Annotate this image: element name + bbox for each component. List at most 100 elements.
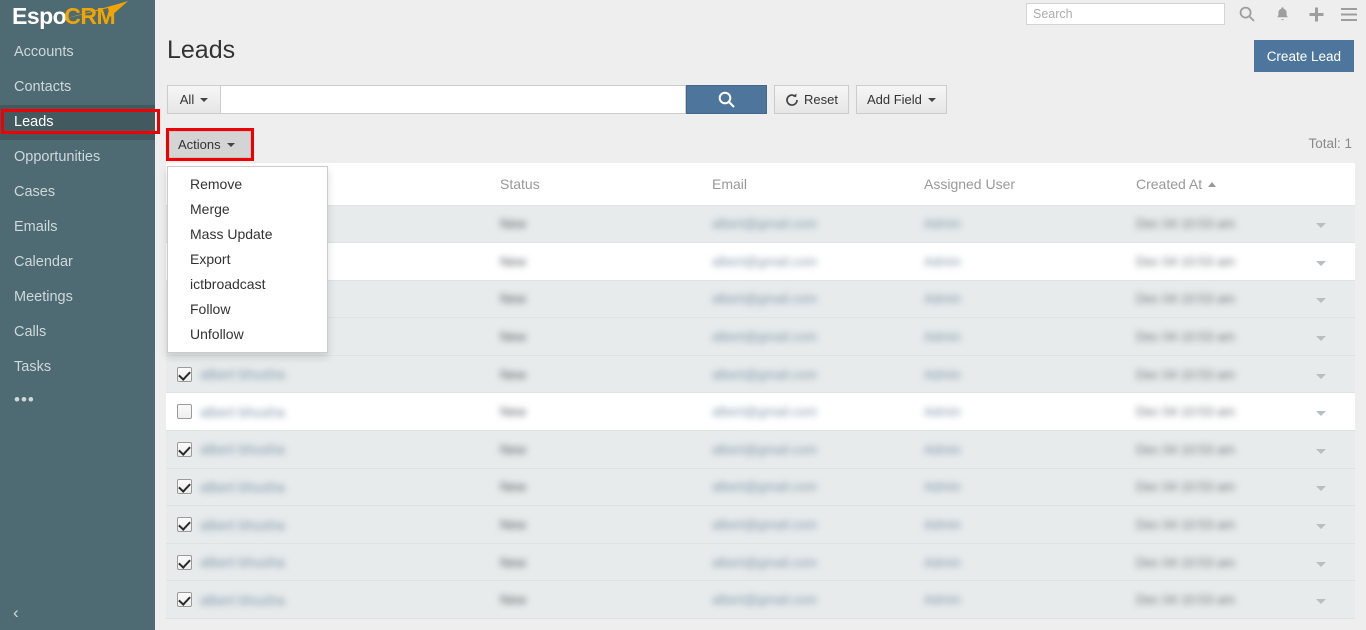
chevron-down-icon <box>227 143 235 147</box>
plus-icon[interactable] <box>1304 2 1328 26</box>
row-menu-chevron-down-icon[interactable] <box>1316 298 1326 303</box>
menu-item-ictbroadcast[interactable]: ictbroadcast <box>168 272 327 297</box>
cell-date-text: Dec 04 10:53 am <box>1136 404 1235 419</box>
cell-date: Dec 04 10:53 am <box>1136 581 1316 619</box>
sidebar-item-contacts[interactable]: Contacts <box>0 70 155 105</box>
cell-name[interactable]: albert bhusha <box>200 581 500 619</box>
column-header-status[interactable]: Status <box>500 163 712 205</box>
cell-status-text: New <box>500 479 526 494</box>
row-checkbox[interactable] <box>177 367 192 382</box>
row-checkbox[interactable] <box>177 404 192 419</box>
filter-search-input[interactable] <box>221 85 686 114</box>
table-row[interactable]: albert bhushaNewalbert@gmail.comAdminDec… <box>166 468 1355 506</box>
cell-user-text: Admin <box>924 592 961 607</box>
cell-user-text: Admin <box>924 555 961 570</box>
row-menu-chevron-down-icon[interactable] <box>1316 449 1326 454</box>
filter-preset-dropdown[interactable]: All <box>167 85 221 114</box>
row-checkbox[interactable] <box>177 442 192 457</box>
cell-name[interactable]: albert bhusha <box>200 506 500 544</box>
actions-button[interactable]: Actions <box>169 131 251 158</box>
row-checkbox[interactable] <box>177 517 192 532</box>
cell-date-text: Dec 04 10:53 am <box>1136 291 1235 306</box>
cell-status-text: New <box>500 404 526 419</box>
cell-name[interactable]: albert bhusha <box>200 543 500 581</box>
menu-item-mass-update[interactable]: Mass Update <box>168 222 327 247</box>
table-row[interactable]: albert bhushaNewalbert@gmail.comAdminDec… <box>166 393 1355 431</box>
cell-email-text: albert@gmail.com <box>712 592 817 607</box>
sidebar-item-leads[interactable]: Leads <box>0 105 155 140</box>
filter-search-button[interactable] <box>686 85 767 114</box>
sidebar-item-tasks[interactable]: Tasks <box>0 350 155 385</box>
cell-user-text: Admin <box>924 367 961 382</box>
cell-date-text: Dec 04 10:53 am <box>1136 216 1235 231</box>
sidebar-item-opportunities[interactable]: Opportunities <box>0 140 155 175</box>
row-menu-chevron-down-icon[interactable] <box>1316 336 1326 341</box>
table-row[interactable]: albert bhushaNewalbert@gmail.comAdminDec… <box>166 243 1355 281</box>
cell-user: Admin <box>924 205 1136 243</box>
row-menu-chevron-down-icon[interactable] <box>1316 223 1326 228</box>
table-row[interactable]: albert bhushaNewalbert@gmail.comAdminDec… <box>166 543 1355 581</box>
reset-label: Reset <box>804 92 838 107</box>
row-checkbox[interactable] <box>177 555 192 570</box>
row-checkbox-cell <box>166 543 200 581</box>
cell-name[interactable]: albert bhusha <box>200 431 500 469</box>
create-lead-button[interactable]: Create Lead <box>1254 40 1354 72</box>
reset-button[interactable]: Reset <box>774 85 849 114</box>
sidebar-item-meetings[interactable]: Meetings <box>0 280 155 315</box>
table-row[interactable]: albert bhushaNewalbert@gmail.comAdminDec… <box>166 318 1355 356</box>
add-field-dropdown[interactable]: Add Field <box>856 85 947 114</box>
table-row[interactable]: albert bhushaNewalbert@gmail.comAdminDec… <box>166 506 1355 544</box>
cell-name-text: albert bhusha <box>200 554 285 570</box>
sidebar-item-accounts[interactable]: Accounts <box>0 35 155 70</box>
sidebar-item-calls[interactable]: Calls <box>0 315 155 350</box>
row-menu-chevron-down-icon[interactable] <box>1316 374 1326 379</box>
chevron-down-icon <box>200 98 208 102</box>
menu-item-merge[interactable]: Merge <box>168 197 327 222</box>
cell-email-text: albert@gmail.com <box>712 479 817 494</box>
bell-icon[interactable] <box>1270 2 1294 26</box>
cell-name[interactable]: albert bhusha <box>200 355 500 393</box>
sidebar-item-emails[interactable]: Emails <box>0 210 155 245</box>
search-icon[interactable] <box>1235 2 1259 26</box>
row-menu-chevron-down-icon[interactable] <box>1316 562 1326 567</box>
row-menu-chevron-down-icon[interactable] <box>1316 524 1326 529</box>
cell-date: Dec 04 10:53 am <box>1136 243 1316 281</box>
cell-status: New <box>500 243 712 281</box>
row-checkbox-cell <box>166 506 200 544</box>
table-row[interactable]: albert bhushaNewalbert@gmail.comAdminDec… <box>166 355 1355 393</box>
row-menu-chevron-down-icon[interactable] <box>1316 411 1326 416</box>
cell-name-text: albert bhusha <box>200 592 285 608</box>
row-checkbox-cell <box>166 431 200 469</box>
row-menu-chevron-down-icon[interactable] <box>1316 261 1326 266</box>
cell-name-text: albert bhusha <box>200 441 285 457</box>
column-header-user[interactable]: Assigned User <box>924 163 1136 205</box>
menu-item-export[interactable]: Export <box>168 247 327 272</box>
sidebar-item-more[interactable]: ••• <box>0 385 155 420</box>
cell-name[interactable]: albert bhusha <box>200 468 500 506</box>
column-header-date[interactable]: Created At <box>1136 163 1316 205</box>
table-row[interactable]: albert bhushaNewalbert@gmail.comAdminDec… <box>166 431 1355 469</box>
sidebar-item-cases[interactable]: Cases <box>0 175 155 210</box>
sidebar-item-calendar[interactable]: Calendar <box>0 245 155 280</box>
app-logo[interactable]: EspoCRM <box>0 0 155 28</box>
cell-name[interactable]: albert bhusha <box>200 393 500 431</box>
table-row[interactable]: albert bhushaNewalbert@gmail.comAdminDec… <box>166 280 1355 318</box>
table-row[interactable]: albert bhusha New albert@gmail.com Admin Dec… <box>166 581 1355 619</box>
hamburger-menu-icon[interactable] <box>1337 2 1361 26</box>
table-row[interactable]: albert bhushaNewalbert@gmail.comAdminDec… <box>166 205 1355 243</box>
row-menu-cell <box>1316 280 1355 318</box>
menu-item-remove[interactable]: Remove <box>168 172 327 197</box>
global-search-input[interactable] <box>1026 3 1225 25</box>
row-checkbox[interactable] <box>177 479 192 494</box>
cell-email: albert@gmail.com <box>712 581 924 619</box>
cell-status-text: New <box>500 592 526 607</box>
row-menu-chevron-down-icon[interactable] <box>1316 486 1326 491</box>
row-menu-chevron-down-icon[interactable] <box>1316 599 1326 604</box>
column-header-email[interactable]: Email <box>712 163 924 205</box>
menu-item-unfollow[interactable]: Unfollow <box>168 322 327 347</box>
cell-user-text: Admin <box>924 329 961 344</box>
row-checkbox[interactable] <box>177 592 192 607</box>
cell-email-text: albert@gmail.com <box>712 329 817 344</box>
sidebar-collapse-button[interactable]: ‹ <box>0 596 155 630</box>
menu-item-follow[interactable]: Follow <box>168 297 327 322</box>
